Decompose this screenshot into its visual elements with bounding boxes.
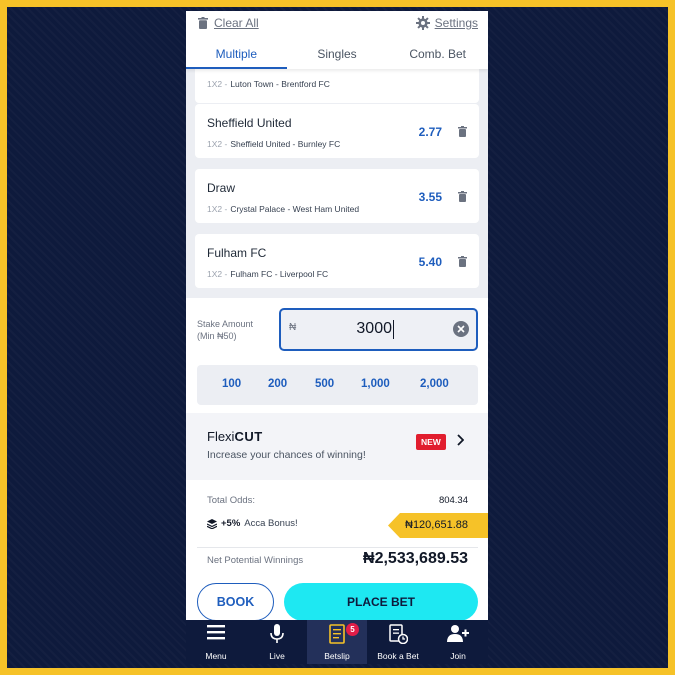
quick-stake-200[interactable]: 200 (268, 378, 287, 390)
new-badge: NEW (416, 434, 446, 450)
text-caret (393, 320, 394, 339)
acca-bonus-label: Acca Bonus! (244, 518, 298, 529)
stake-value: 3000 (356, 320, 392, 337)
tab-comb-bet[interactable]: Comb. Bet (387, 43, 488, 69)
selection-match: Fulham FC - Liverpool FC (230, 269, 329, 279)
trash-icon (458, 191, 467, 202)
book-a-bet-icon (389, 624, 408, 644)
acca-bonus-percent: +5% (221, 518, 241, 529)
currency-symbol: ₦ (289, 322, 297, 333)
nav-label: Book a Bet (377, 651, 419, 661)
trash-icon (458, 256, 467, 267)
selection-card: Fulham FC 1X2 - Fulham FC - Liverpool FC … (195, 234, 479, 288)
selection-match: Sheffield United - Burnley FC (230, 139, 341, 149)
acca-bonus-value: ₦120,651.88 (405, 519, 468, 531)
bet-type-tabs: Multiple Singles Comb. Bet (186, 43, 488, 69)
quick-stake-500[interactable]: 500 (315, 378, 334, 390)
selection-odd: 5.40 (418, 255, 442, 269)
divider (197, 547, 478, 548)
betslip-header: Clear All Settings Multiple Singles Comb… (186, 11, 488, 69)
nav-label: Menu (205, 651, 227, 661)
flexicut-subtitle: Increase your chances of winning! (207, 449, 366, 461)
selection-pick: Draw (207, 181, 236, 195)
betslip-count-badge: 5 (346, 623, 359, 636)
flexicut-banner[interactable]: FlexiCUT Increase your chances of winnin… (186, 413, 488, 481)
net-potential-winnings-label: Net Potential Winnings (207, 555, 304, 566)
remove-selection-button[interactable] (458, 254, 467, 272)
nav-label: Betslip (324, 651, 350, 661)
microphone-icon (270, 624, 284, 643)
layers-icon (207, 518, 217, 529)
quick-stake-2000[interactable]: 2,000 (420, 378, 449, 390)
remove-selection-button[interactable] (458, 189, 467, 207)
selection-market: 1X2 - Crystal Palace - West Ham United (207, 204, 360, 214)
selection-odd: 2.77 (418, 125, 442, 139)
add-user-icon (447, 625, 469, 642)
nav-label: Live (269, 651, 285, 661)
chevron-right-icon[interactable] (456, 433, 465, 451)
quick-stake-bar: 100 200 500 1,000 2,000 (197, 365, 478, 405)
book-button[interactable]: BOOK (197, 583, 274, 621)
selection-pick: Sheffield United (207, 116, 292, 130)
quick-stake-1000[interactable]: 1,000 (361, 378, 390, 390)
selection-market: 1X2 - Fulham FC - Liverpool FC (207, 269, 329, 279)
bottom-navigation: Menu Live 5 Betslip Book a Bet Join (186, 620, 488, 664)
settings-button[interactable]: Settings (415, 16, 478, 30)
stake-section: Stake Amount (Min ₦50) ₦ 3000 100 200 50… (186, 298, 488, 420)
nav-item-book-a-bet[interactable]: Book a Bet (367, 620, 429, 664)
selection-match: Crystal Palace - West Ham United (230, 204, 360, 214)
clear-all-label: Clear All (214, 16, 259, 30)
close-icon (457, 325, 465, 333)
selection-market: 1X2 - Sheffield United - Burnley FC (207, 139, 341, 149)
nav-label: Join (450, 651, 466, 661)
tab-singles[interactable]: Singles (287, 43, 388, 69)
gear-icon (415, 16, 430, 30)
trash-icon (198, 17, 208, 29)
total-odds-value: 804.34 (438, 495, 468, 506)
acca-bonus-value-tag: ₦120,651.88 (388, 513, 488, 538)
acca-bonus: +5% Acca Bonus! (207, 518, 298, 529)
clear-stake-button[interactable] (453, 321, 469, 337)
clear-all-button[interactable]: Clear All (198, 16, 259, 30)
tab-multiple[interactable]: Multiple (186, 43, 287, 69)
trash-icon (458, 126, 467, 137)
nav-item-join[interactable]: Join (428, 620, 488, 664)
selection-card: Sheffield United 1X2 - Sheffield United -… (195, 104, 479, 158)
total-odds-label: Total Odds: (207, 495, 256, 506)
betslip-panel: 1X2 - Luton Town - Brentford FC Sheffield… (186, 11, 488, 664)
nav-item-live[interactable]: Live (247, 620, 307, 664)
nav-item-betslip[interactable]: 5 Betslip (307, 620, 367, 664)
selection-odd: 3.55 (418, 190, 442, 204)
net-potential-winnings-value: ₦2,533,689.53 (363, 550, 468, 567)
nav-item-menu[interactable]: Menu (186, 620, 246, 664)
stake-amount-label: Stake Amount (Min ₦50) (197, 319, 254, 341)
flexicut-logo: FlexiCUT (207, 429, 263, 444)
selection-pick: Fulham FC (207, 246, 267, 260)
quick-stake-100[interactable]: 100 (222, 378, 241, 390)
place-bet-button[interactable]: PLACE BET (284, 583, 478, 621)
selection-market: 1X2 - Luton Town - Brentford FC (207, 79, 330, 89)
stake-input[interactable]: ₦ 3000 (279, 308, 478, 351)
settings-label: Settings (434, 16, 478, 30)
selection-match: Luton Town - Brentford FC (230, 79, 330, 89)
selection-card: Draw 1X2 - Crystal Palace - West Ham Unit… (195, 169, 479, 223)
remove-selection-button[interactable] (458, 124, 467, 142)
betslip-icon (329, 624, 345, 644)
menu-icon (207, 625, 225, 640)
